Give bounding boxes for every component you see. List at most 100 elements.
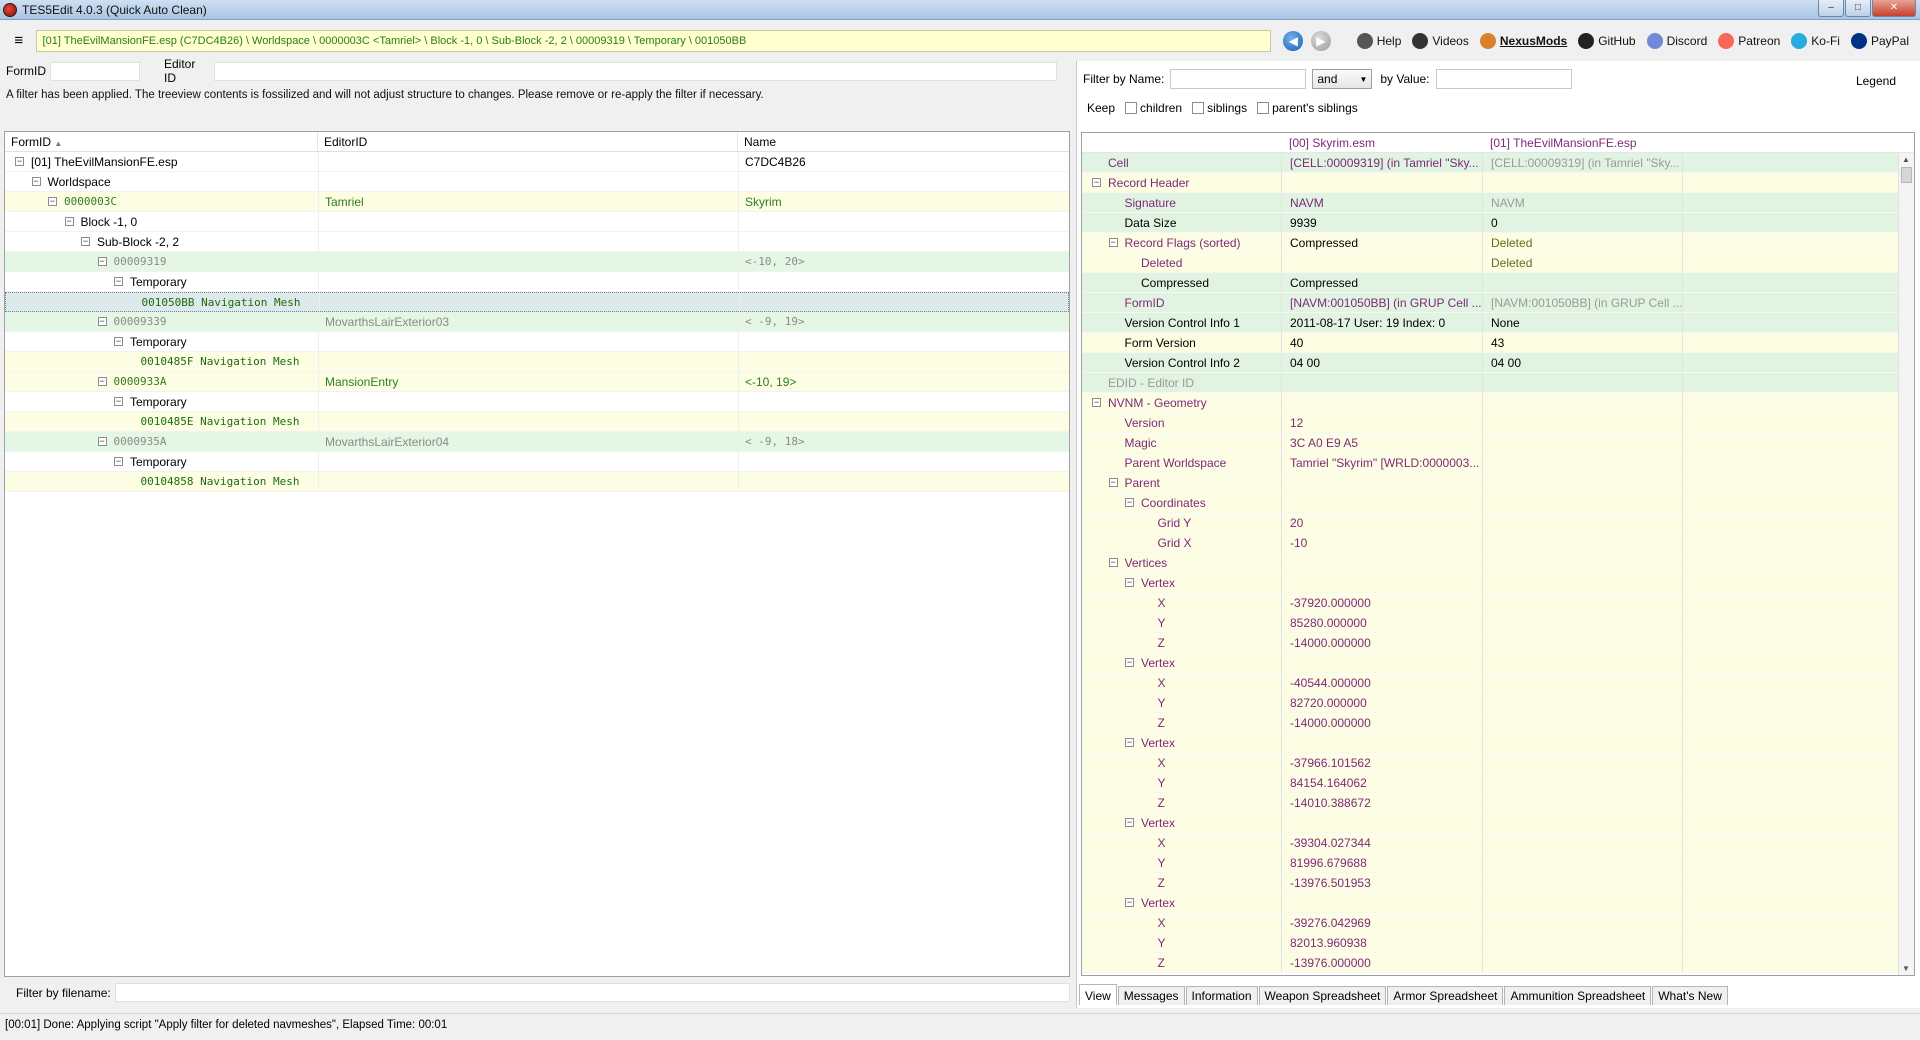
grid-row[interactable]: Y 84154.164062 xyxy=(1082,773,1914,793)
master-value-cell[interactable]: 82013.960938 xyxy=(1281,933,1482,952)
collapse-icon[interactable]: − xyxy=(1092,398,1101,407)
link-paypal[interactable]: PayPal xyxy=(1850,32,1909,49)
master-value-cell[interactable]: 12 xyxy=(1281,413,1482,432)
grid-row[interactable]: − Vertex xyxy=(1082,573,1914,593)
plugin-value-cell[interactable] xyxy=(1482,893,1682,912)
master-value-cell[interactable] xyxy=(1281,893,1482,912)
plugin-value-cell[interactable] xyxy=(1482,733,1682,752)
plugin-value-cell[interactable] xyxy=(1482,913,1682,932)
master-value-cell[interactable]: [NAVM:001050BB] (in GRUP Cell ... xyxy=(1281,293,1482,312)
master-value-cell[interactable]: 3C A0 E9 A5 xyxy=(1281,433,1482,452)
keep-children-checkbox[interactable] xyxy=(1125,102,1138,114)
keep-siblings-checkbox[interactable] xyxy=(1192,102,1205,114)
column-name[interactable]: Name xyxy=(738,132,1069,151)
grid-row[interactable]: Y 82013.960938 xyxy=(1082,933,1914,953)
grid-row[interactable]: − Vertex xyxy=(1082,893,1914,913)
plugin-value-cell[interactable] xyxy=(1482,493,1682,512)
master-value-cell[interactable]: -14010.388672 xyxy=(1281,793,1482,812)
plugin-value-cell[interactable] xyxy=(1482,873,1682,892)
grid-row[interactable]: Y 81996.679688 xyxy=(1082,853,1914,873)
tree-row[interactable]: − Temporary xyxy=(5,392,1069,412)
scroll-down-icon[interactable]: ▼ xyxy=(1902,964,1910,973)
master-value-cell[interactable]: 20 xyxy=(1281,513,1482,532)
grid-row[interactable]: − Coordinates xyxy=(1082,493,1914,513)
grid-row[interactable]: Parent Worldspace Tamriel "Skyrim" [WRLD:… xyxy=(1082,453,1914,473)
master-value-cell[interactable]: 85280.000000 xyxy=(1281,613,1482,632)
master-value-cell[interactable]: -37920.000000 xyxy=(1281,593,1482,612)
plugin-value-cell[interactable] xyxy=(1482,653,1682,672)
master-value-cell[interactable]: 2011-08-17 User: 19 Index: 0 xyxy=(1281,313,1482,332)
plugin-value-cell[interactable] xyxy=(1482,453,1682,472)
collapse-icon[interactable]: − xyxy=(1108,238,1118,247)
master-value-cell[interactable] xyxy=(1281,473,1482,492)
tree-row[interactable]: 0010485F Navigation Mesh xyxy=(5,352,1069,372)
filter-by-name-input[interactable] xyxy=(1170,69,1307,89)
collapse-icon[interactable]: − xyxy=(1125,818,1134,827)
filter-by-value-input[interactable] xyxy=(1435,69,1572,89)
plugin-value-cell[interactable]: None xyxy=(1482,313,1682,332)
grid-row[interactable]: − Vertex xyxy=(1082,813,1914,833)
record-path-bar[interactable]: [01] TheEvilMansionFE.esp (C7DC4B26) \ W… xyxy=(35,29,1272,52)
collapse-icon[interactable]: − xyxy=(1125,498,1134,507)
plugin-value-cell[interactable] xyxy=(1482,513,1682,532)
plugin-value-cell[interactable] xyxy=(1482,393,1682,412)
tab-view[interactable]: View xyxy=(1079,984,1117,1005)
tree-row[interactable]: − Temporary xyxy=(5,332,1069,352)
grid-row[interactable]: − Vertices xyxy=(1082,553,1914,573)
grid-row[interactable]: Deleted Deleted xyxy=(1082,253,1914,273)
master-value-cell[interactable]: -39276.042969 xyxy=(1281,913,1482,932)
link-github[interactable]: GitHub xyxy=(1578,32,1636,49)
plugin-value-cell[interactable] xyxy=(1482,853,1682,872)
collapse-icon[interactable]: − xyxy=(97,257,107,266)
grid-row[interactable]: Magic 3C A0 E9 A5 xyxy=(1082,433,1914,453)
tree-row[interactable]: −0000933A MansionEntry <-10, 19> xyxy=(5,372,1069,392)
collapse-icon[interactable]: − xyxy=(1092,178,1101,187)
grid-row[interactable]: Z -14000.000000 xyxy=(1082,633,1914,653)
grid-row[interactable]: Y 82720.000000 xyxy=(1082,693,1914,713)
grid-row[interactable]: Version 12 xyxy=(1082,413,1914,433)
grid-row[interactable]: Cell [CELL:00009319] (in Tamriel "Sky...[… xyxy=(1082,153,1914,173)
master-value-cell[interactable]: 9939 xyxy=(1281,213,1482,232)
column-master[interactable]: [00] Skyrim.esm xyxy=(1281,133,1482,152)
grid-row[interactable]: − Vertex xyxy=(1082,653,1914,673)
master-value-cell[interactable]: -10 xyxy=(1281,533,1482,552)
master-value-cell[interactable] xyxy=(1281,393,1482,412)
plugin-value-cell[interactable] xyxy=(1482,833,1682,852)
plugin-value-cell[interactable] xyxy=(1482,813,1682,832)
master-value-cell[interactable] xyxy=(1281,253,1482,272)
master-value-cell[interactable]: -13976.501953 xyxy=(1281,873,1482,892)
plugin-value-cell[interactable] xyxy=(1482,413,1682,432)
collapse-icon[interactable]: − xyxy=(1125,898,1134,907)
master-value-cell[interactable]: Compressed xyxy=(1281,273,1482,292)
plugin-value-cell[interactable] xyxy=(1482,433,1682,452)
tab-messages[interactable]: Messages xyxy=(1117,986,1185,1005)
plugin-value-cell[interactable] xyxy=(1482,273,1682,292)
collapse-icon[interactable]: − xyxy=(114,457,123,466)
tab-armor-spreadsheet[interactable]: Armor Spreadsheet xyxy=(1387,986,1504,1005)
master-value-cell[interactable] xyxy=(1281,173,1482,192)
scrollbar-thumb[interactable] xyxy=(1901,167,1912,183)
scroll-up-icon[interactable]: ▲ xyxy=(1902,155,1910,164)
master-value-cell[interactable]: -13976.000000 xyxy=(1281,953,1482,972)
plugin-value-cell[interactable] xyxy=(1482,593,1682,612)
master-value-cell[interactable]: 40 xyxy=(1281,333,1482,352)
grid-row[interactable]: Compressed Compressed xyxy=(1082,273,1914,293)
tree-row[interactable]: −00009339 MovarthsLairExterior03 < -9, 19> xyxy=(5,312,1069,332)
plugin-value-cell[interactable] xyxy=(1482,953,1682,972)
grid-row[interactable]: Z -14010.388672 xyxy=(1082,793,1914,813)
master-value-cell[interactable]: Tamriel "Skyrim" [WRLD:0000003... xyxy=(1281,453,1482,472)
grid-row[interactable]: X -37966.101562 xyxy=(1082,753,1914,773)
grid-row[interactable]: − NVNM - Geometry xyxy=(1082,393,1914,413)
master-value-cell[interactable]: -39304.027344 xyxy=(1281,833,1482,852)
grid-row[interactable]: Version Control Info 2 04 00 04 00 xyxy=(1082,353,1914,373)
plugin-value-cell[interactable] xyxy=(1482,173,1682,192)
keep-parents-siblings-checkbox[interactable] xyxy=(1257,102,1270,114)
tab-what-s-new[interactable]: What's New xyxy=(1652,986,1728,1005)
filter-operator-select[interactable]: and ▼ xyxy=(1312,69,1373,89)
tree-row[interactable]: − Temporary xyxy=(5,272,1069,292)
legend-button[interactable]: Legend xyxy=(1856,74,1896,88)
collapse-icon[interactable]: − xyxy=(114,277,123,286)
minimize-button[interactable]: – xyxy=(1818,0,1844,17)
grid-row[interactable]: − Record Header xyxy=(1082,173,1914,193)
grid-row[interactable]: X -39304.027344 xyxy=(1082,833,1914,853)
